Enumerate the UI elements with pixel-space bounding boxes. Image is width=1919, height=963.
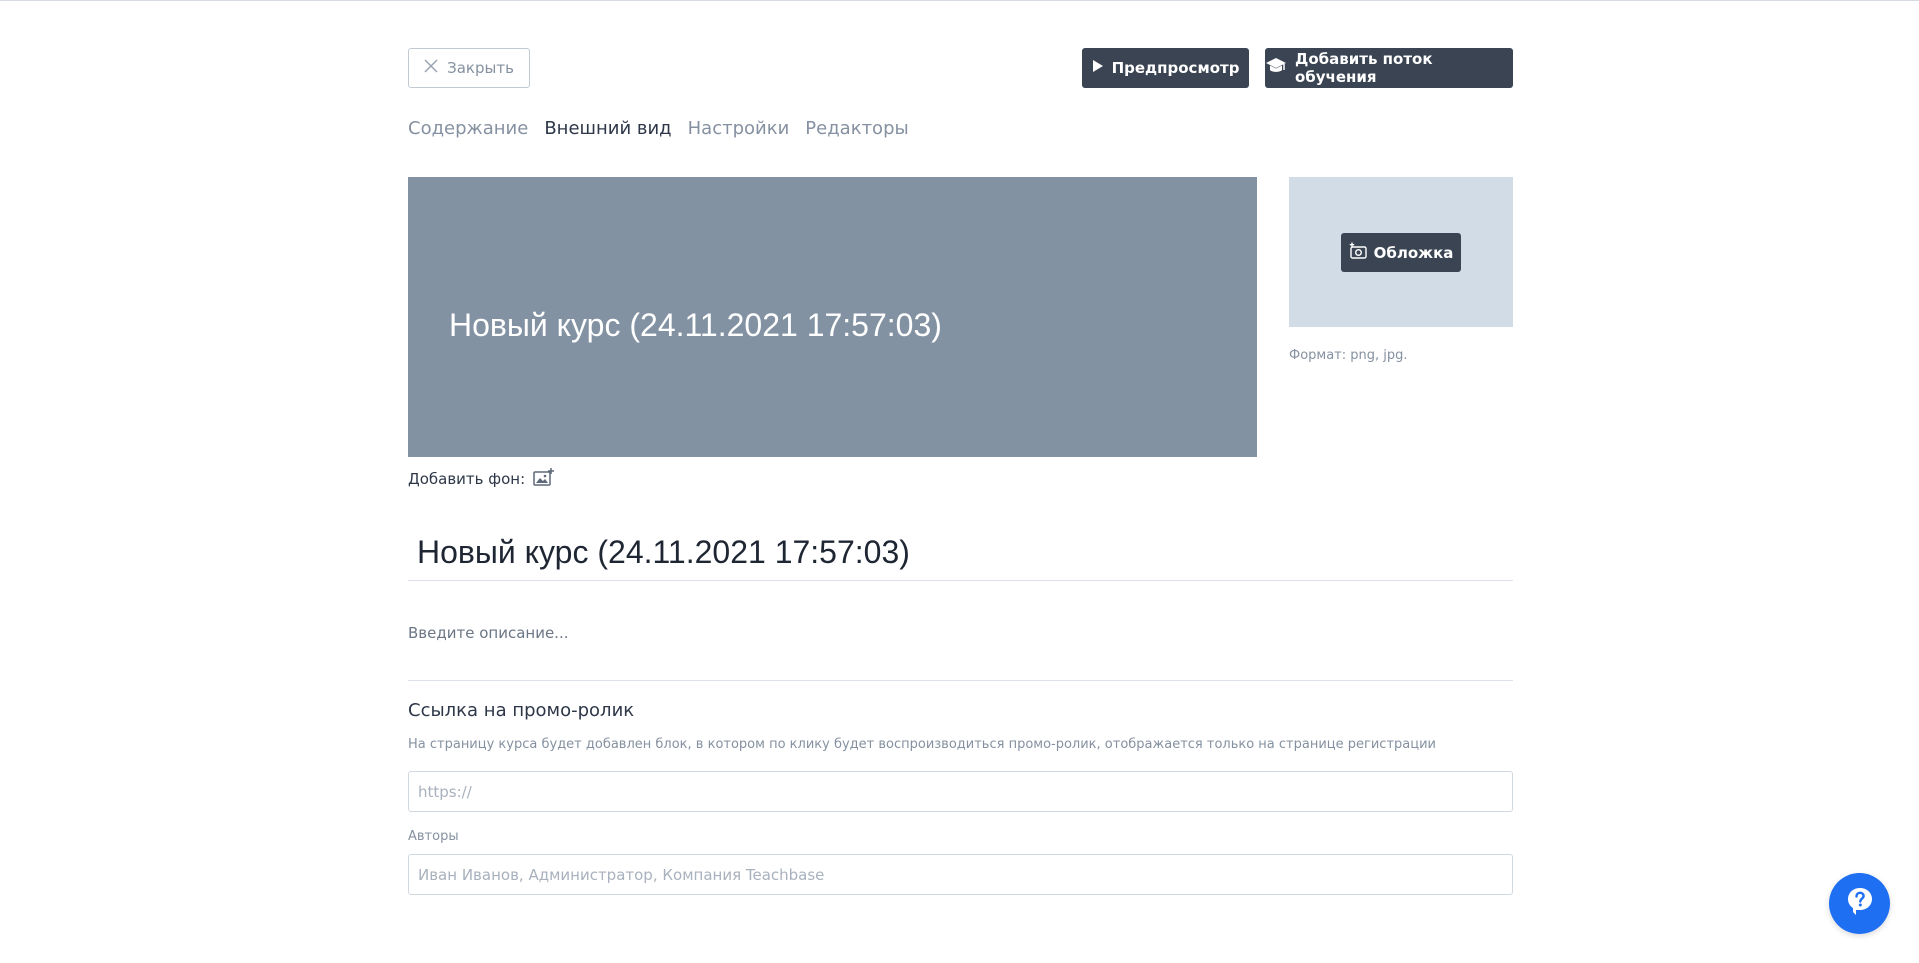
authors-input[interactable] bbox=[408, 854, 1513, 895]
preview-button-label: Предпросмотр bbox=[1111, 59, 1240, 77]
close-icon bbox=[424, 59, 438, 77]
cover-button-label: Обложка bbox=[1373, 243, 1454, 262]
play-icon bbox=[1092, 59, 1104, 77]
description-field[interactable]: Введите описание... bbox=[408, 624, 568, 642]
cover-upload-button[interactable]: Обложка bbox=[1341, 233, 1461, 272]
add-background-label: Добавить фон: bbox=[408, 470, 526, 488]
help-question-icon bbox=[1845, 886, 1875, 922]
tab-appearance[interactable]: Внешний вид bbox=[544, 118, 671, 139]
add-photo-icon bbox=[1349, 242, 1367, 263]
editor-container: Закрыть Предпросмотр Добавить поток обуч… bbox=[408, 0, 1513, 963]
add-background: Добавить фон: bbox=[408, 467, 555, 491]
tab-editors[interactable]: Редакторы bbox=[805, 118, 908, 139]
promo-help-text: На страницу курса будет добавлен блок, в… bbox=[408, 737, 1436, 752]
cover-image-placeholder: Обложка bbox=[1289, 177, 1513, 327]
tabs-nav: Содержание Внешний вид Настройки Редакто… bbox=[408, 118, 909, 139]
description-divider bbox=[408, 680, 1513, 681]
course-title[interactable]: Новый курс (24.11.2021 17:57:03) bbox=[417, 536, 910, 568]
title-divider bbox=[408, 580, 1513, 581]
cover-format-hint: Формат: png, jpg. bbox=[1289, 348, 1408, 363]
tab-settings[interactable]: Настройки bbox=[688, 118, 790, 139]
hero-banner: Новый курс (24.11.2021 17:57:03) bbox=[408, 177, 1257, 457]
help-button[interactable] bbox=[1829, 873, 1890, 934]
promo-url-input[interactable] bbox=[408, 771, 1513, 812]
close-button-label: Закрыть bbox=[447, 59, 514, 77]
graduation-cap-icon bbox=[1265, 57, 1287, 79]
add-learning-flow-label: Добавить поток обучения bbox=[1295, 50, 1433, 86]
tab-content[interactable]: Содержание bbox=[408, 118, 528, 139]
preview-button[interactable]: Предпросмотр bbox=[1082, 48, 1249, 88]
hero-title: Новый курс (24.11.2021 17:57:03) bbox=[449, 307, 942, 343]
promo-heading: Ссылка на промо-ролик bbox=[408, 700, 635, 721]
close-button[interactable]: Закрыть bbox=[408, 48, 530, 88]
authors-label: Авторы bbox=[408, 829, 459, 844]
add-image-icon[interactable] bbox=[533, 467, 555, 491]
add-learning-flow-button[interactable]: Добавить поток обучения bbox=[1265, 48, 1513, 88]
